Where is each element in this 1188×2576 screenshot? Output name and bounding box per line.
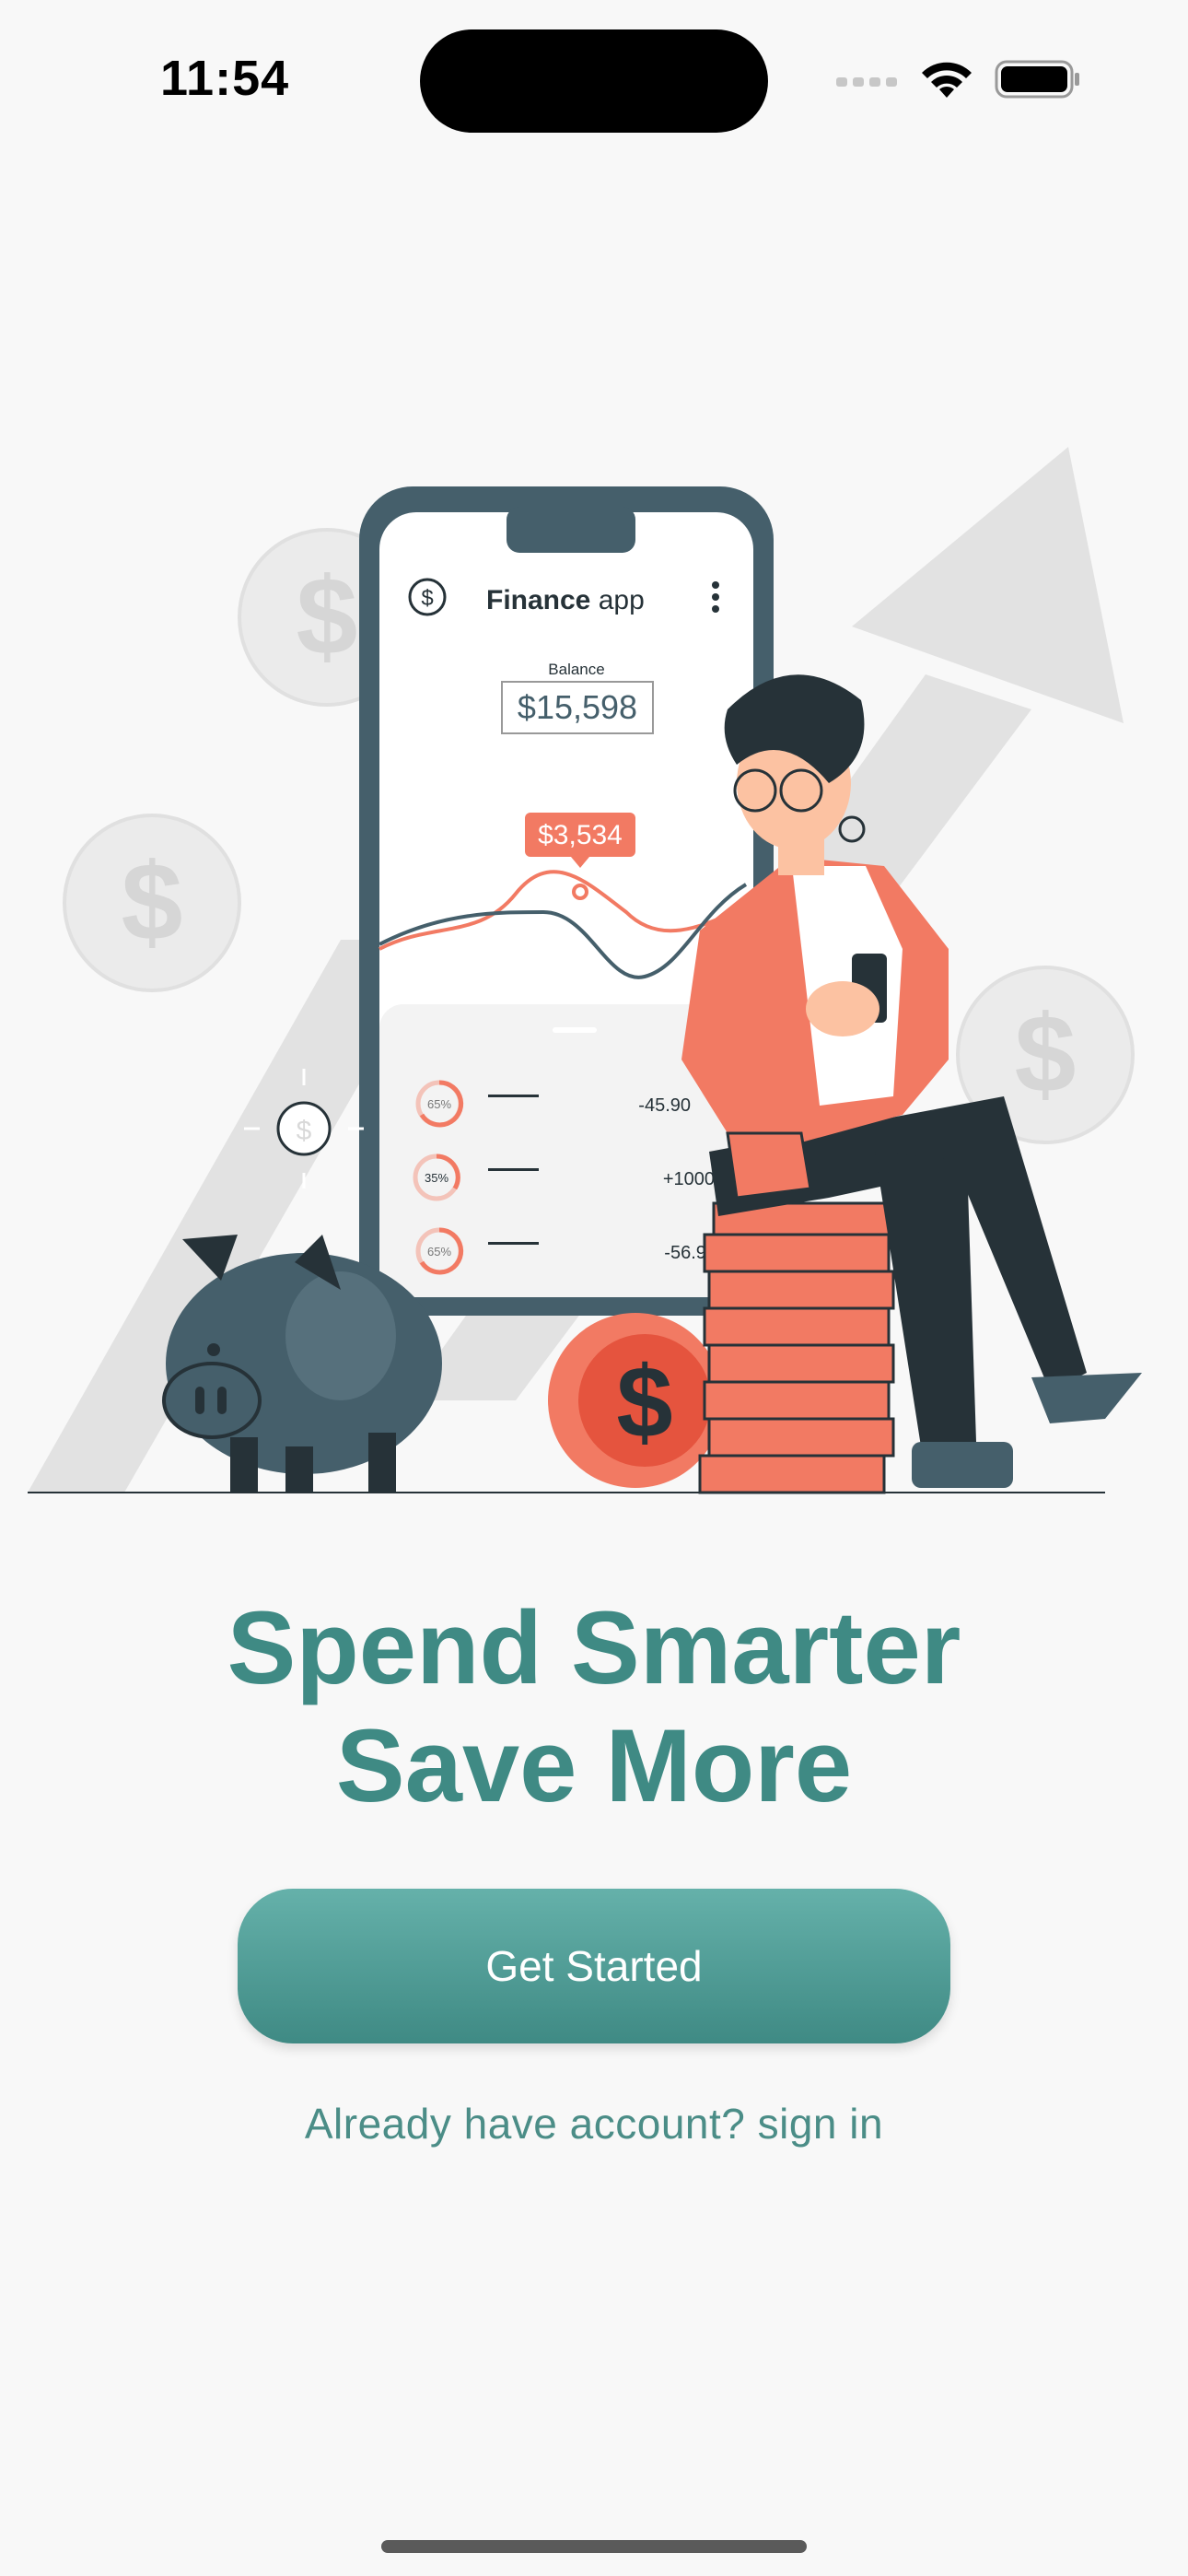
phone-mockup: $ Finance app Balance $15,598 $3,534 65%…: [359, 486, 774, 1316]
battery-icon: [995, 60, 1079, 99]
balance-amount: $15,598: [518, 688, 637, 726]
tx2-percent: 35%: [425, 1171, 448, 1185]
status-time: 11:54: [160, 51, 290, 106]
sign-in-link[interactable]: Already have account? sign in: [0, 2099, 1188, 2149]
svg-text:$: $: [297, 1116, 312, 1146]
svg-text:$: $: [122, 840, 183, 964]
svg-text:$: $: [297, 555, 358, 678]
get-started-button[interactable]: Get Started: [238, 1889, 950, 2043]
headline-line-1: Spend Smarter: [227, 1590, 961, 1705]
headline: Spend Smarter Save More: [0, 1589, 1188, 1825]
wifi-icon: [922, 62, 972, 98]
cellular-signal-icon: [836, 77, 897, 87]
home-indicator: [381, 2540, 807, 2553]
svg-text:$: $: [421, 586, 433, 611]
dynamic-island: [420, 29, 768, 133]
headline-line-2: Save More: [335, 1708, 853, 1823]
balance-label: Balance: [548, 661, 604, 678]
tooltip-amount: $3,534: [538, 820, 623, 850]
status-icons: [836, 57, 1081, 101]
tx2-amount: +1000: [663, 1169, 715, 1189]
svg-text:$: $: [1015, 992, 1077, 1116]
app-title-bold: Finance: [486, 585, 590, 615]
finance-illustration: $ $ $ $ Finance app Balance $15,598 $3,5…: [28, 447, 1142, 1494]
status-bar: 11:54: [0, 0, 1188, 157]
tx1-amount: -45.90: [638, 1095, 691, 1116]
app-title-rest: app: [590, 585, 644, 615]
coin-stack-icon: [698, 1201, 900, 1494]
svg-text:Finance app: Finance app: [486, 585, 645, 615]
tx3-percent: 65%: [427, 1245, 451, 1259]
svg-text:$: $: [616, 1346, 672, 1459]
big-coin-icon: $: [548, 1313, 723, 1488]
tx1-percent: 65%: [427, 1097, 451, 1111]
kebab-menu-icon: [712, 581, 719, 613]
